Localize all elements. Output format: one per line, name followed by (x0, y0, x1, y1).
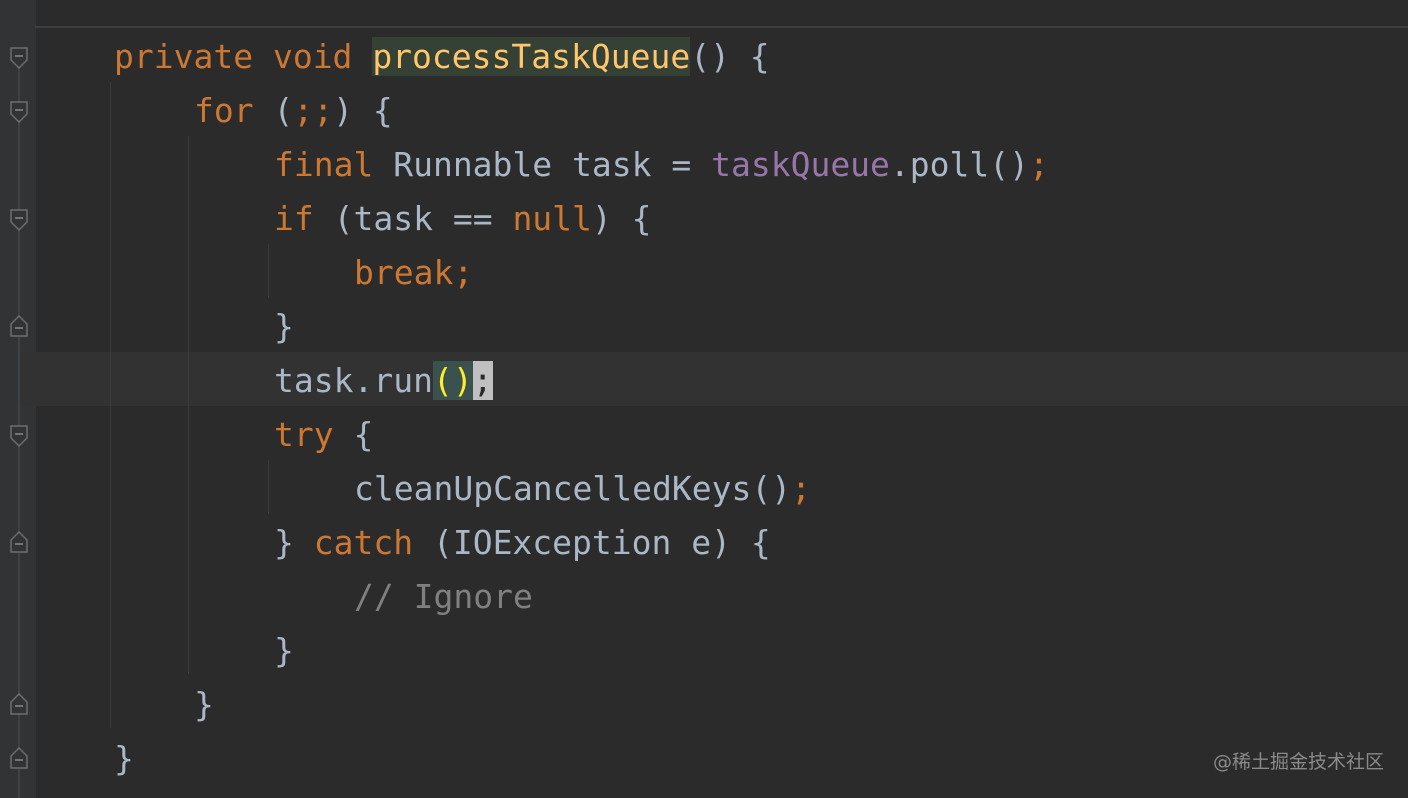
code-token: } (194, 685, 214, 724)
code-line-8[interactable]: try { (274, 408, 373, 462)
code-token: ;; (293, 91, 334, 130)
code-token: () { (690, 37, 770, 76)
code-token: processTaskQueue (372, 37, 691, 76)
code-line-11[interactable]: // Ignore (354, 570, 533, 624)
code-line-6[interactable]: } (274, 300, 294, 354)
code-line-10[interactable]: } catch (IOException e) { (274, 516, 771, 570)
code-token: null (512, 199, 592, 238)
code-line-9[interactable]: cleanUpCancelledKeys(); (354, 462, 811, 516)
code-token: } (114, 739, 134, 778)
code-token: } (274, 523, 314, 562)
indent-guide (268, 460, 269, 514)
code-line-13[interactable]: } (194, 678, 214, 732)
code-token: } (274, 307, 294, 346)
code-token: try (274, 415, 334, 454)
code-token: if (274, 199, 314, 238)
code-token: ( (253, 91, 294, 130)
current-line-highlight (20, 352, 1408, 406)
code-token: task.run (274, 361, 433, 400)
code-line-12[interactable]: } (274, 624, 294, 678)
fold-collapse-icon[interactable] (8, 424, 30, 448)
fold-end-icon[interactable] (8, 530, 30, 554)
code-token: } (274, 631, 294, 670)
fold-end-icon[interactable] (8, 314, 30, 338)
code-token: (task == (313, 199, 513, 238)
code-token: ; (472, 361, 493, 400)
code-token: ; (1029, 145, 1049, 184)
code-token: .poll() (889, 145, 1029, 184)
code-token: ) { (333, 91, 393, 130)
code-token: for (194, 91, 254, 130)
code-token: { (333, 415, 374, 454)
fold-collapse-icon[interactable] (8, 46, 30, 70)
fold-end-icon[interactable] (8, 746, 30, 770)
code-token: final (274, 145, 374, 184)
code-token: () (432, 361, 473, 400)
code-token: Runnable task = (373, 145, 712, 184)
code-token: ) { (591, 199, 652, 238)
code-line-3[interactable]: final Runnable task = taskQueue.poll(); (274, 138, 1049, 192)
code-line-14[interactable]: } (114, 732, 134, 786)
editor-top-separator (35, 26, 1408, 28)
code-editor[interactable]: private void processTaskQueue() { for (;… (0, 0, 1408, 798)
code-token: (IOException e) { (413, 523, 771, 562)
indent-guide (110, 82, 111, 728)
fold-collapse-icon[interactable] (8, 208, 30, 232)
code-token: break; (354, 253, 474, 292)
indent-guide (268, 244, 269, 298)
fold-end-icon[interactable] (8, 692, 30, 716)
indent-guide (188, 136, 189, 674)
code-line-2[interactable]: for (;;) { (194, 84, 393, 138)
fold-collapse-icon[interactable] (8, 100, 30, 124)
code-token: void (272, 37, 353, 76)
code-line-1[interactable]: private void processTaskQueue() { (114, 30, 770, 84)
code-token: cleanUpCancelledKeys() (354, 469, 792, 508)
code-token: // Ignore (354, 577, 533, 616)
code-token: private (114, 37, 254, 76)
code-line-7[interactable]: task.run(); (274, 354, 493, 408)
code-token: catch (313, 523, 414, 562)
code-line-4[interactable]: if (task == null) { (274, 192, 652, 246)
code-token: taskQueue (711, 145, 890, 184)
code-line-5[interactable]: break; (354, 246, 473, 300)
code-token: ; (791, 469, 811, 508)
watermark-text: @稀土掘金技术社区 (1212, 751, 1384, 773)
